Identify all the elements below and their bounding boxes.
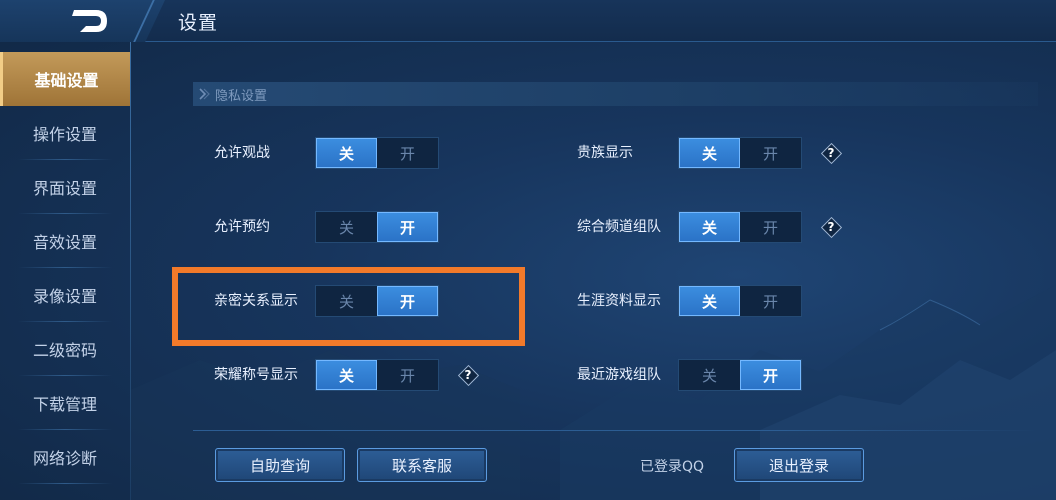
toggle-option-off[interactable]: 关 (316, 286, 377, 316)
help-icon[interactable]: ? (820, 216, 842, 238)
toggle-option-off[interactable]: 关 (679, 286, 740, 316)
help-icon-glyph: ? (827, 220, 835, 234)
toggle-option-on[interactable]: 开 (377, 360, 438, 390)
section-header-privacy: 隐私设置 (193, 82, 1038, 106)
toggle-allow-spectate: 关 开 (315, 137, 439, 169)
login-status: 已登录QQ (640, 459, 705, 475)
toggle-general-channel-team: 关 开 (678, 211, 802, 243)
setting-label-allow-reservation: 允许预约 (214, 219, 270, 235)
setting-label-general-channel-team: 综合频道组队 (577, 219, 661, 235)
help-icon-glyph: ? (827, 146, 835, 160)
toggle-option-off[interactable]: 关 (316, 212, 377, 242)
back-arrow-icon (72, 10, 107, 32)
sidebar: 基础设置 操作设置 界面设置 音效设置 录像设置 二级密码 下载管理 网络诊断 (0, 52, 130, 500)
help-icon[interactable]: ? (457, 364, 479, 386)
top-bar: 设置 (0, 0, 1056, 42)
contact-service-button[interactable]: 联系客服 (357, 448, 487, 482)
sidebar-item-download-management[interactable]: 下载管理 (0, 376, 130, 430)
sidebar-item-basic-settings[interactable]: 基础设置 (0, 52, 130, 106)
toggle-option-off[interactable]: 关 (316, 138, 377, 168)
back-button[interactable] (0, 0, 165, 42)
toggle-option-off[interactable]: 关 (679, 138, 740, 168)
setting-label-intimacy-display: 亲密关系显示 (214, 293, 298, 309)
toggle-honor-title-display: 关 开 (315, 359, 439, 391)
sidebar-item-secondary-password[interactable]: 二级密码 (0, 322, 130, 376)
toggle-allow-reservation: 关 开 (315, 211, 439, 243)
toggle-option-on[interactable]: 开 (740, 286, 801, 316)
setting-label-allow-spectate: 允许观战 (214, 145, 270, 161)
toggle-option-off[interactable]: 关 (679, 212, 740, 242)
sidebar-item-sound-settings[interactable]: 音效设置 (0, 214, 130, 268)
logout-button[interactable]: 退出登录 (734, 448, 864, 482)
help-icon-glyph: ? (464, 368, 472, 382)
help-icon[interactable]: ? (820, 142, 842, 164)
toggle-option-on[interactable]: 开 (377, 138, 438, 168)
sidebar-item-recording-settings[interactable]: 录像设置 (0, 268, 130, 322)
setting-label-recent-game-team: 最近游戏组队 (577, 367, 661, 383)
settings-screen: 设置 基础设置 操作设置 界面设置 音效设置 录像设置 二级密码 下载管理 网络… (0, 0, 1056, 500)
sidebar-item-interface-settings[interactable]: 界面设置 (0, 160, 130, 214)
section-title: 隐私设置 (215, 88, 268, 104)
self-query-button[interactable]: 自助查询 (215, 448, 345, 482)
toggle-option-off[interactable]: 关 (679, 360, 740, 390)
setting-label-career-profile-display: 生涯资料显示 (577, 293, 661, 309)
sidebar-divider (130, 42, 131, 500)
setting-label-honor-title-display: 荣耀称号显示 (214, 367, 298, 383)
toggle-career-profile-display: 关 开 (678, 285, 802, 317)
sidebar-item-network-diagnosis[interactable]: 网络诊断 (0, 430, 130, 484)
toggle-option-on[interactable]: 开 (740, 360, 801, 390)
mountain-background-decoration (130, 285, 1056, 500)
toggle-option-on[interactable]: 开 (740, 212, 801, 242)
toggle-option-on[interactable]: 开 (740, 138, 801, 168)
setting-label-noble-display: 贵族显示 (577, 145, 633, 161)
toggle-noble-display: 关 开 (678, 137, 802, 169)
toggle-option-on[interactable]: 开 (377, 286, 438, 316)
footer-divider (193, 430, 1038, 431)
toggle-option-on[interactable]: 开 (377, 212, 438, 242)
page-title: 设置 (178, 12, 219, 34)
sidebar-item-operation-settings[interactable]: 操作设置 (0, 106, 130, 160)
toggle-option-off[interactable]: 关 (316, 360, 377, 390)
chevron-right-icon (199, 88, 210, 100)
toggle-intimacy-display: 关 开 (315, 285, 439, 317)
toggle-recent-game-team: 关 开 (678, 359, 802, 391)
